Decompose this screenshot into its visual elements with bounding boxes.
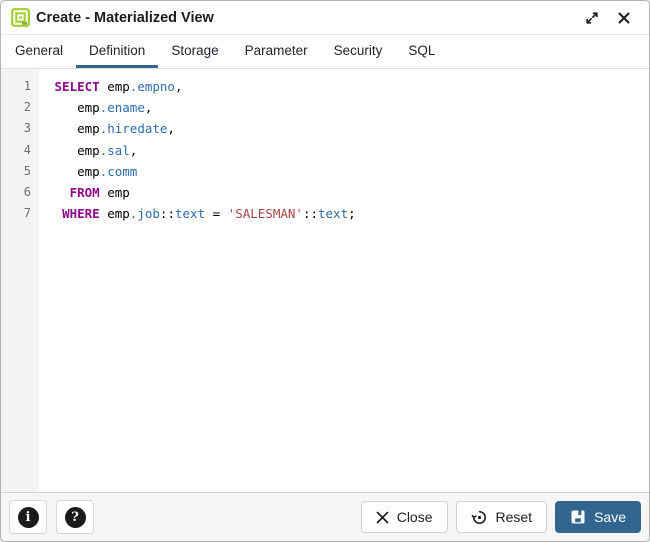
question-icon: ? — [64, 506, 86, 528]
close-dialog-button[interactable] — [611, 5, 637, 31]
create-materialized-view-dialog: Create - Materialized View General Defini… — [0, 0, 650, 542]
materialized-view-icon — [11, 8, 30, 27]
code-line: emp.comm — [47, 163, 138, 179]
dialog-help-button[interactable]: ? — [56, 500, 94, 534]
tab-security[interactable]: Security — [321, 35, 396, 68]
dialog-titlebar[interactable]: Create - Materialized View — [1, 1, 649, 35]
close-x-icon — [376, 511, 389, 524]
line-number: 6 — [23, 184, 31, 199]
tab-general[interactable]: General — [2, 35, 76, 68]
code-line: SELECT emp.empno, — [54, 79, 183, 94]
tab-parameter[interactable]: Parameter — [232, 35, 321, 68]
info-icon: i — [17, 506, 39, 528]
sql-editor[interactable]: 1 2 3 4 5 6 7 SELECT emp.empno, emp.ename, emp… — [1, 69, 649, 492]
line-number: 3 — [23, 121, 31, 136]
code-line: FROM emp — [69, 184, 130, 200]
code-line: WHERE emp.job::text = 'SALESMAN'::text; — [62, 206, 356, 222]
reset-button-label: Reset — [495, 509, 533, 525]
close-icon — [617, 11, 631, 25]
editor-gutter: 1 2 3 4 5 6 7 — [1, 69, 39, 492]
line-number: 4 — [23, 142, 31, 157]
save-button[interactable]: Save — [555, 501, 641, 533]
reset-button[interactable]: Reset — [455, 501, 548, 533]
code-line: emp.sal, — [47, 142, 138, 158]
tab-bar: General Definition Storage Parameter Securit… — [1, 35, 649, 69]
expand-icon — [584, 10, 600, 26]
close-button[interactable]: Close — [360, 501, 448, 533]
tab-sql[interactable]: SQL — [395, 35, 448, 68]
dialog-footer: i ? Close Reset Save — [1, 492, 649, 541]
code-line: emp.hiredate, — [47, 121, 175, 137]
editor-code-area[interactable]: SELECT emp.empno, emp.ename, emp.hiredat… — [39, 69, 649, 492]
code-line: emp.ename, — [47, 100, 153, 116]
tab-definition[interactable]: Definition — [76, 35, 159, 68]
save-button-label: Save — [594, 509, 626, 525]
tab-storage[interactable]: Storage — [158, 35, 231, 68]
line-number: 2 — [23, 100, 31, 115]
save-floppy-icon — [570, 509, 586, 525]
reset-icon — [471, 509, 488, 526]
maximize-button[interactable] — [579, 5, 605, 31]
close-button-label: Close — [396, 509, 433, 525]
line-number: 7 — [23, 206, 31, 221]
dialog-title: Create - Materialized View — [36, 9, 214, 26]
sql-help-button[interactable]: i — [9, 500, 47, 534]
line-number: 1 — [23, 79, 31, 93]
line-number: 5 — [23, 163, 31, 178]
